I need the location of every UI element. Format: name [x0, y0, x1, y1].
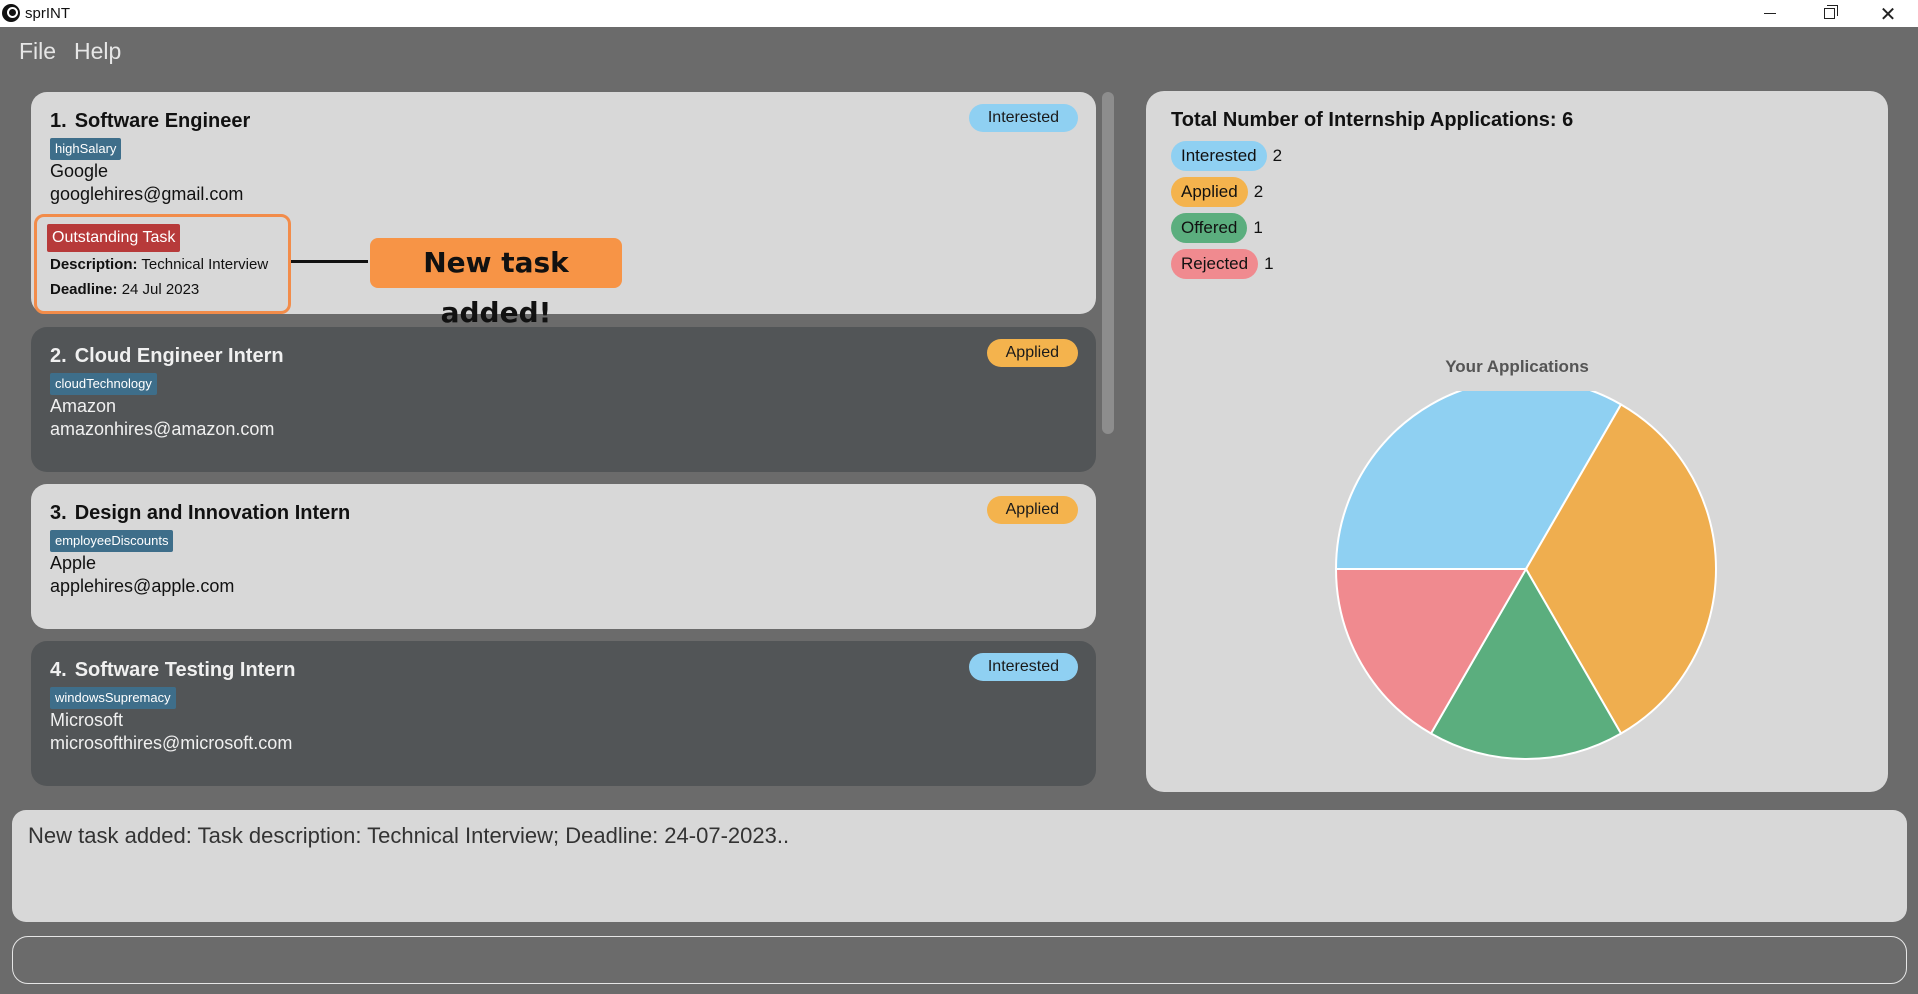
legend-row-applied: Applied 2 [1171, 177, 1263, 207]
legend-count: 2 [1272, 146, 1283, 165]
window-title: sprINT [25, 5, 70, 22]
application-role: Software Engineer [74, 110, 251, 132]
application-role: Software Testing Intern [74, 659, 296, 681]
menu-bar: File Help [0, 27, 1918, 73]
applications-pie-chart [1334, 391, 1717, 760]
company-name: Google [50, 161, 109, 181]
legend-count: 1 [1264, 254, 1274, 273]
legend-row-rejected: Rejected 1 [1171, 249, 1274, 279]
app-logo-icon [2, 4, 20, 22]
company-name: Amazon [50, 396, 117, 416]
company-email: microsofthires@microsoft.com [50, 733, 293, 753]
callout-connector [291, 260, 368, 263]
restore-icon [1823, 5, 1838, 19]
legend-label: Interested [1171, 141, 1267, 171]
list-scrollbar[interactable] [1102, 92, 1114, 434]
application-card-2[interactable]: 2. Cloud Engineer Intern cloudTechnology … [31, 327, 1096, 472]
tag-label: employeeDiscounts [50, 530, 174, 552]
application-title: 2. Cloud Engineer Intern [50, 345, 284, 368]
minimize-icon [1764, 13, 1776, 14]
command-input[interactable] [12, 936, 1907, 984]
company-email: applehires@apple.com [50, 576, 235, 596]
close-button[interactable]: ✕ [1858, 0, 1918, 27]
company-email: googlehires@gmail.com [50, 184, 244, 204]
stats-title: Total Number of Internship Applications:… [1171, 109, 1574, 131]
legend-count: 2 [1253, 182, 1264, 201]
restore-button[interactable] [1799, 0, 1859, 27]
task-description-value: Technical Interview [141, 256, 269, 273]
legend-row-offered: Offered 1 [1171, 213, 1263, 243]
company-name: Microsoft [50, 710, 124, 730]
application-index: 4. [50, 659, 67, 681]
tag-label: windowsSupremacy [50, 687, 176, 709]
menu-file[interactable]: File [19, 38, 56, 65]
application-title: 1. Software Engineer [50, 110, 250, 133]
minimize-button[interactable] [1740, 0, 1800, 27]
result-display: New task added: Task description: Techni… [12, 810, 1907, 922]
application-index: 1. [50, 110, 67, 132]
task-deadline-label: Deadline: [50, 281, 118, 298]
result-message: New task added: Task description: Techni… [28, 823, 790, 848]
application-title: 4. Software Testing Intern [50, 659, 295, 682]
application-index: 2. [50, 345, 67, 367]
status-badge: Interested [968, 653, 1078, 681]
application-index: 3. [50, 502, 67, 524]
outstanding-task-label: Outstanding Task [47, 224, 181, 252]
statistics-panel: Total Number of Internship Applications:… [1146, 91, 1888, 792]
title-bar: sprINT ✕ [0, 0, 1918, 27]
company-email: amazonhires@amazon.com [50, 419, 275, 439]
task-description-label: Description: [50, 256, 138, 273]
company-name: Apple [50, 553, 97, 573]
legend-label: Rejected [1171, 249, 1259, 279]
status-badge: Interested [968, 104, 1078, 132]
application-card-4[interactable]: 4. Software Testing Intern windowsSuprema… [31, 641, 1096, 786]
tag-label: cloudTechnology [50, 373, 157, 395]
application-role: Cloud Engineer Intern [74, 345, 284, 367]
legend-count: 1 [1253, 218, 1263, 237]
menu-help[interactable]: Help [74, 38, 121, 65]
task-description: Description: Technical Interview [50, 256, 268, 273]
status-badge: Applied [986, 496, 1078, 524]
legend-label: Offered [1171, 213, 1248, 243]
application-title: 3. Design and Innovation Intern [50, 502, 350, 525]
new-task-callout: New task added! [370, 238, 622, 329]
application-role: Design and Innovation Intern [74, 502, 351, 524]
legend-label: Applied [1171, 177, 1248, 207]
legend-row-interested: Interested 2 [1171, 141, 1282, 171]
application-card-1[interactable]: 1. Software Engineer highSalary Google go… [31, 92, 1096, 329]
status-badge: Applied [986, 339, 1078, 367]
close-icon: ✕ [1879, 1, 1897, 26]
application-card-3[interactable]: 3. Design and Innovation Intern employeeD… [31, 484, 1096, 629]
chart-title: Your Applications [1445, 357, 1589, 376]
task-deadline: Deadline: 24 Jul 2023 [50, 281, 199, 298]
tag-label: highSalary [50, 138, 122, 160]
task-deadline-value: 24 Jul 2023 [121, 281, 200, 298]
